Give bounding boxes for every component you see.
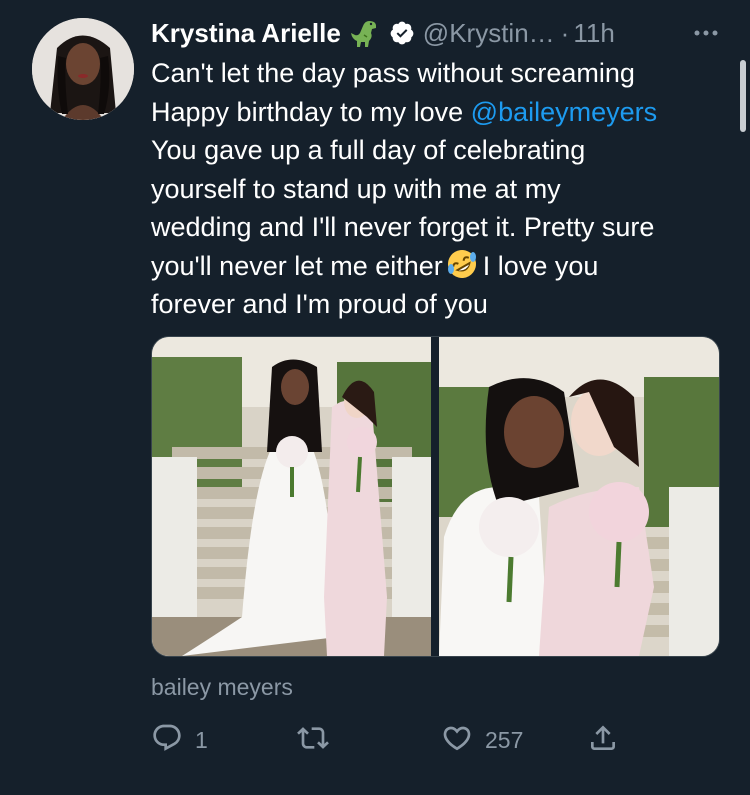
photo-2[interactable] — [439, 337, 719, 656]
avatar-image — [32, 18, 134, 120]
share-button[interactable] — [587, 720, 619, 760]
retweet-icon — [297, 722, 329, 759]
mention-link[interactable]: @baileymeyers — [471, 97, 657, 127]
retweet-button[interactable] — [297, 720, 341, 760]
tweet-line: Happy birthday to my love @baileymeyers — [151, 93, 731, 132]
tweet-line: yourself to stand up with me at my — [151, 173, 561, 204]
separator-dot: · — [560, 17, 570, 48]
verified-badge-icon — [389, 20, 415, 46]
scrollbar[interactable] — [740, 60, 746, 132]
tweet-line: Can't let the day pass without screaming — [151, 58, 635, 88]
timestamp[interactable]: 11h — [573, 18, 614, 49]
tweet-line: you'll never let me either I love you — [151, 247, 731, 286]
tweet-line-part: I love you — [482, 250, 599, 281]
tweet-line-part: you'll never let me either — [151, 250, 443, 281]
heart-icon — [441, 722, 473, 759]
like-count: 257 — [485, 726, 524, 753]
tweet-line: You gave up a full day of celebrating — [151, 135, 586, 165]
display-name[interactable]: Krystina Arielle — [151, 18, 341, 49]
more-icon[interactable] — [690, 18, 722, 48]
t-rex-icon — [349, 17, 381, 49]
media-grid — [151, 336, 720, 657]
share-icon — [587, 722, 619, 759]
avatar[interactable] — [32, 18, 134, 120]
reply-button[interactable]: 1 — [151, 720, 208, 760]
user-handle[interactable]: @Krystin… — [423, 18, 555, 49]
tweet-text: Can't let the day pass without screaming… — [151, 54, 731, 324]
tweet-line: forever and I'm proud of you — [151, 289, 488, 319]
tweet-line: wedding and I'll never forget it. Pretty… — [151, 212, 655, 242]
tweet-header: Krystina Arielle @Krystin… · 11h — [151, 14, 730, 52]
tweet-actions: 1 257 — [151, 720, 631, 760]
like-button[interactable]: 257 — [441, 720, 523, 760]
photo-1[interactable] — [152, 337, 431, 656]
rolling-on-floor-laughing-icon — [445, 247, 479, 281]
tweet-line-prefix: Happy birthday to my love — [151, 96, 471, 127]
reply-count: 1 — [195, 726, 208, 753]
media-tag-caption[interactable]: bailey meyers — [151, 674, 293, 701]
reply-icon — [151, 722, 183, 759]
